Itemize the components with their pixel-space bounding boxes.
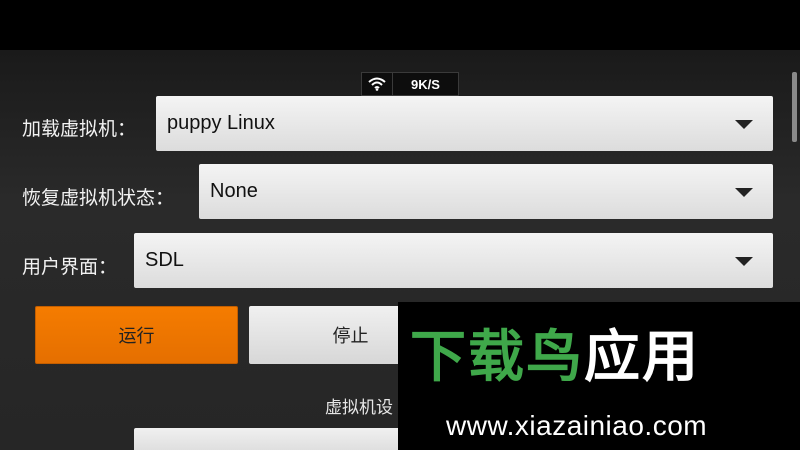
state-select-label: 恢复虚拟机状态： xyxy=(22,187,175,209)
watermark-title: 下载鸟应用 xyxy=(410,330,700,386)
ui-select-label: 用户界面： xyxy=(22,256,118,278)
watermark-overlay: 下载鸟应用 www.xiazainiao.com xyxy=(398,302,800,450)
vm-select[interactable]: puppy Linux xyxy=(156,96,773,151)
watermark-title-white: 应用 xyxy=(584,325,700,390)
dropdown-arrow-icon xyxy=(735,256,753,266)
dropdown-arrow-icon xyxy=(735,187,753,197)
scrollbar[interactable] xyxy=(792,72,797,142)
state-select-value: None xyxy=(210,180,258,202)
vm-select-value: puppy Linux xyxy=(167,112,275,134)
watermark-url: www.xiazainiao.com xyxy=(446,410,708,441)
wifi-icon xyxy=(362,73,393,95)
app-screen: 9K/S 加载虚拟机： puppy Linux 恢复虚拟机状态： None 用户… xyxy=(0,0,800,450)
top-bar xyxy=(0,0,800,50)
net-speed-text: 9K/S xyxy=(411,76,440,92)
ui-select[interactable]: SDL xyxy=(134,233,773,288)
vm-select-label: 加载虚拟机： xyxy=(22,118,137,140)
vm-settings-label: 虚拟机设 xyxy=(325,398,393,418)
state-select[interactable]: None xyxy=(199,164,773,219)
settings-field[interactable] xyxy=(134,428,434,450)
run-button[interactable]: 运行 xyxy=(35,306,238,364)
ui-select-value: SDL xyxy=(145,249,184,271)
network-speed-indicator: 9K/S xyxy=(361,72,459,96)
dropdown-arrow-icon xyxy=(735,119,753,129)
watermark-title-green: 下载鸟 xyxy=(410,325,584,390)
